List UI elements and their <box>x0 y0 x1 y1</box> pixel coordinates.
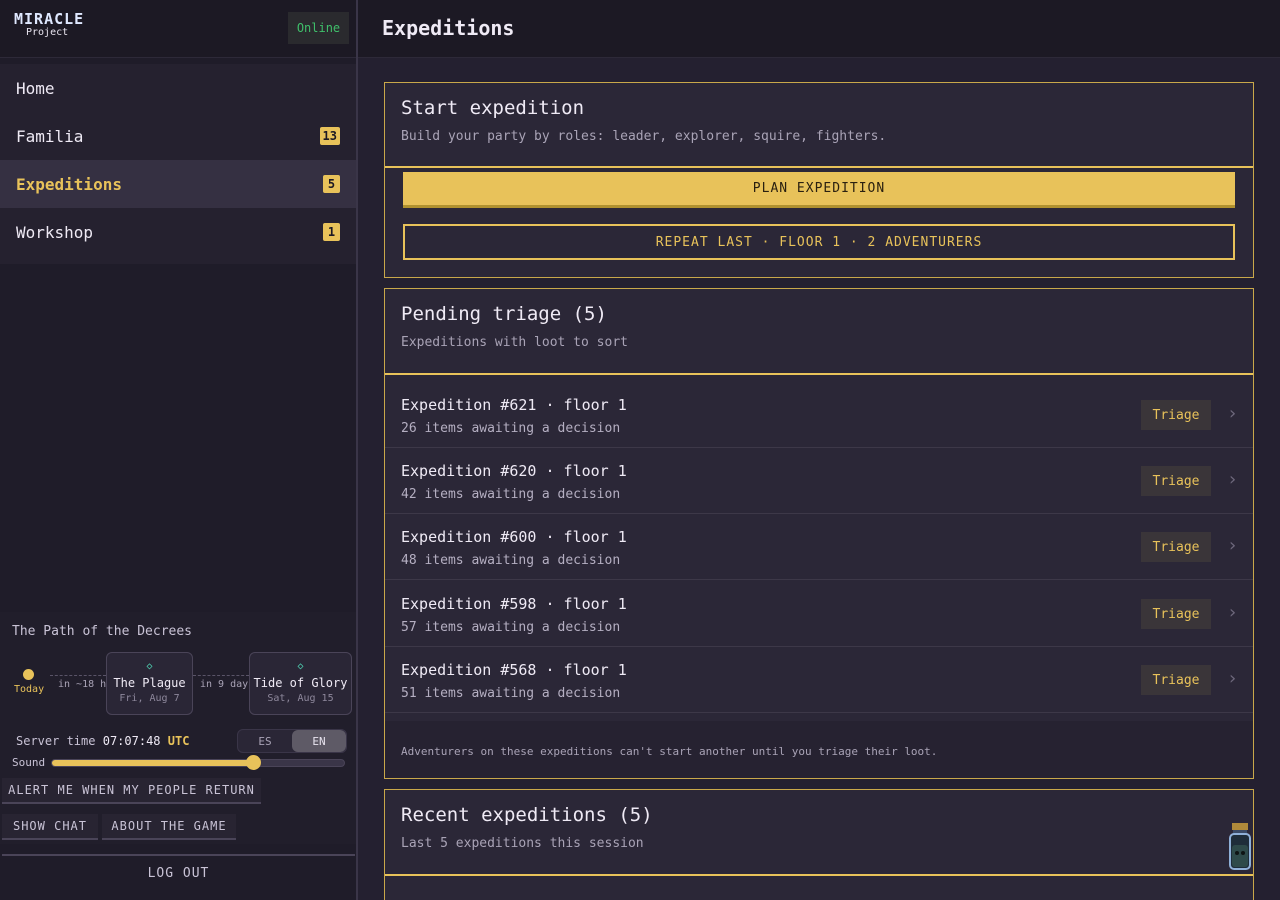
triage-footnote: Adventurers on these expeditions can't s… <box>385 721 1253 778</box>
nav-item-label: Workshop <box>16 222 94 242</box>
sound-label: Sound <box>12 756 46 769</box>
plan-expedition-button[interactable]: PLAN EXPEDITION <box>403 172 1235 208</box>
triage-button[interactable]: Triage <box>1141 466 1211 496</box>
logo-main-text: MIRACLE <box>14 10 85 28</box>
sound-slider-fill <box>52 760 254 766</box>
pending-triage-panel: Pending triage (5) Expeditions with loot… <box>384 288 1254 779</box>
event-name: The Plague <box>113 676 186 690</box>
logo[interactable]: MIRACLE Project <box>14 12 84 38</box>
expedition-items-count: 42 items awaiting a decision <box>401 487 621 502</box>
triage-row[interactable]: Expedition #598 · floor 1 57 items await… <box>385 581 1253 647</box>
nav-item-workshop[interactable]: Workshop 1 <box>0 208 356 256</box>
diamond-icon: ◇ <box>297 661 304 672</box>
repeat-last-button[interactable]: REPEAT LAST · FLOOR 1 · 2 ADVENTURERS <box>403 224 1235 260</box>
nav-item-familia[interactable]: Familia 13 <box>0 112 356 160</box>
nav-item-label: Expeditions <box>16 174 122 194</box>
chevron-right-icon[interactable]: › <box>1227 667 1238 691</box>
event-date: Sat, Aug 15 <box>267 693 334 704</box>
count-badge: 1 <box>323 223 340 241</box>
event-card-plague[interactable]: ◇ The Plague Fri, Aug 7 <box>106 652 193 715</box>
event-name: Tide of Glory <box>253 676 348 690</box>
time-gap-label: in ~18 h <box>58 679 107 690</box>
panel-header: Start expedition Build your party by rol… <box>385 83 1253 168</box>
logo-sub-text: Project <box>26 27 69 38</box>
online-status-badge: Online <box>288 12 349 44</box>
sidebar: MIRACLE Project Online Home Familia 13 E… <box>0 0 358 900</box>
server-time: Server time 07:07:48 UTC <box>16 734 189 748</box>
panel-subtitle: Build your party by roles: leader, explo… <box>401 129 887 144</box>
event-card-tide-of-glory[interactable]: ◇ Tide of Glory Sat, Aug 15 <box>249 652 352 715</box>
triage-button[interactable]: Triage <box>1141 532 1211 562</box>
event-date: Fri, Aug 7 <box>119 693 180 704</box>
today-marker-icon <box>23 669 34 680</box>
panel-title: Pending triage (5) <box>401 303 607 325</box>
triage-row[interactable]: Expedition #620 · floor 1 42 items await… <box>385 448 1253 514</box>
panel-subtitle: Last 5 expeditions this session <box>401 836 644 851</box>
triage-button[interactable]: Triage <box>1141 400 1211 430</box>
logout-button[interactable]: LOG OUT <box>2 854 355 890</box>
today-label: Today <box>14 684 45 695</box>
timeline-title: The Path of the Decrees <box>12 624 193 639</box>
server-timezone: UTC <box>167 734 190 748</box>
nav-item-expeditions[interactable]: Expeditions 5 <box>0 160 356 208</box>
panel-title: Start expedition <box>401 97 585 119</box>
timeline-connector <box>50 675 106 676</box>
sound-slider[interactable] <box>51 755 345 770</box>
count-badge: 5 <box>323 175 340 193</box>
lang-option-es[interactable]: ES <box>238 730 292 752</box>
triage-button[interactable]: Triage <box>1141 599 1211 629</box>
panel-title: Recent expeditions (5) <box>401 804 653 826</box>
triage-row[interactable]: Expedition #621 · floor 1 26 items await… <box>385 382 1253 448</box>
expedition-items-count: 48 items awaiting a decision <box>401 553 621 568</box>
timeline-connector <box>193 675 249 676</box>
start-expedition-panel: Start expedition Build your party by rol… <box>384 82 1254 278</box>
expedition-items-count: 51 items awaiting a decision <box>401 686 621 701</box>
count-badge: 13 <box>319 127 340 145</box>
nav-item-home[interactable]: Home <box>0 64 356 112</box>
expedition-title: Expedition #598 · floor 1 <box>401 595 627 613</box>
triage-row[interactable]: Expedition #600 · floor 1 48 items await… <box>385 514 1253 580</box>
server-time-value: 07:07:48 <box>102 734 161 748</box>
triage-button[interactable]: Triage <box>1141 665 1211 695</box>
nav-item-label: Familia <box>16 126 84 146</box>
time-gap-label: in 9 days <box>200 679 255 690</box>
brand-bar: MIRACLE Project Online <box>0 0 356 58</box>
alert-return-button[interactable]: ALERT ME WHEN MY PEOPLE RETURN <box>2 778 261 804</box>
top-bar: Expeditions <box>358 0 1280 58</box>
potion-bottle-icon[interactable] <box>1229 823 1251 871</box>
nav-item-label: Home <box>16 78 55 98</box>
recent-expeditions-panel: Recent expeditions (5) Last 5 expedition… <box>384 789 1254 900</box>
server-time-label: Server time <box>16 734 96 748</box>
chevron-right-icon[interactable]: › <box>1227 402 1238 426</box>
lang-option-en[interactable]: EN <box>292 730 346 752</box>
expedition-items-count: 26 items awaiting a decision <box>401 421 621 436</box>
main-nav: Home Familia 13 Expeditions 5 Workshop 1 <box>0 64 356 264</box>
expedition-items-count: 57 items awaiting a decision <box>401 620 621 635</box>
expedition-title: Expedition #621 · floor 1 <box>401 396 627 414</box>
nav-divider <box>0 256 356 264</box>
panel-header: Pending triage (5) Expeditions with loot… <box>385 289 1253 375</box>
expedition-title: Expedition #620 · floor 1 <box>401 462 627 480</box>
chevron-right-icon[interactable]: › <box>1227 601 1238 625</box>
chevron-right-icon[interactable]: › <box>1227 534 1238 558</box>
triage-row[interactable]: Expedition #568 · floor 1 51 items await… <box>385 647 1253 713</box>
panel-subtitle: Expeditions with loot to sort <box>401 335 628 350</box>
diamond-icon: ◇ <box>146 661 153 672</box>
chevron-right-icon[interactable]: › <box>1227 468 1238 492</box>
expedition-title: Expedition #600 · floor 1 <box>401 528 627 546</box>
expedition-title: Expedition #568 · floor 1 <box>401 661 627 679</box>
about-game-button[interactable]: ABOUT THE GAME <box>102 814 236 840</box>
decrees-timeline: The Path of the Decrees Today in ~18 h ◇… <box>0 612 356 844</box>
show-chat-button[interactable]: SHOW CHAT <box>2 814 98 840</box>
page-title: Expeditions <box>382 16 515 40</box>
panel-header: Recent expeditions (5) Last 5 expedition… <box>385 790 1253 876</box>
language-toggle: ES EN <box>237 729 347 753</box>
